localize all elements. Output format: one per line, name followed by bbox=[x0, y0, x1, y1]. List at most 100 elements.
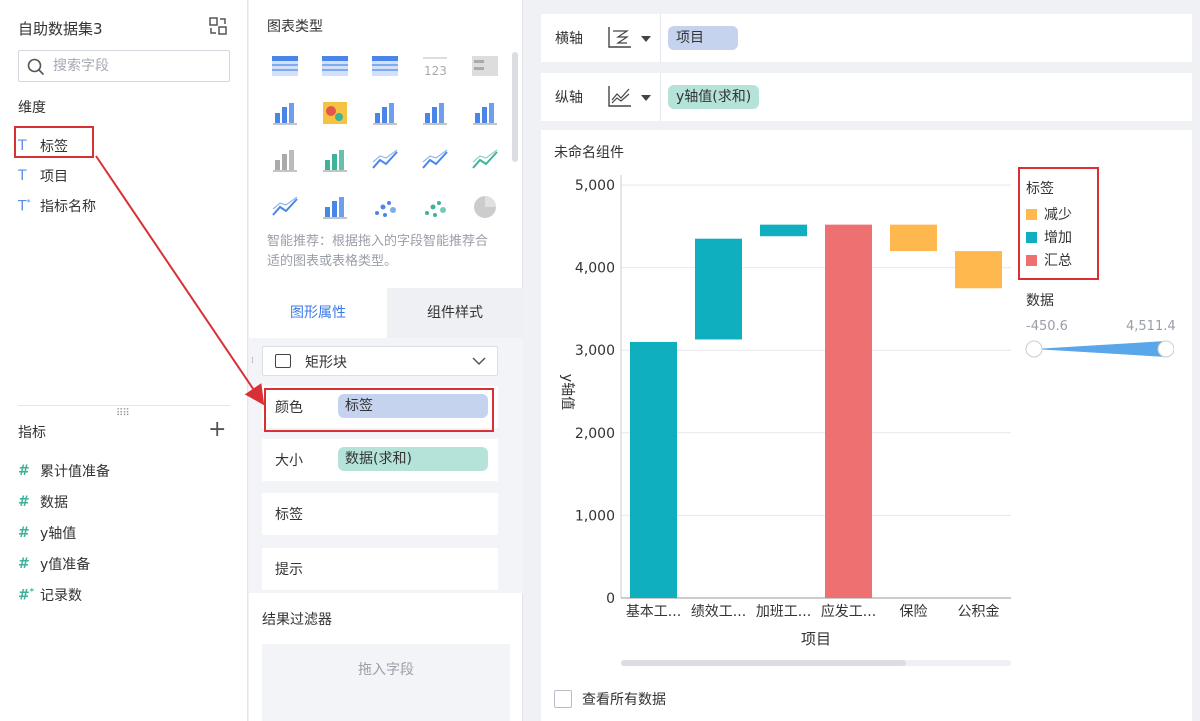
legend-item[interactable]: 减少 bbox=[1026, 203, 1072, 225]
shape-select[interactable]: 矩形块 bbox=[262, 346, 498, 376]
result-filter-title: 结果过滤器 bbox=[262, 612, 332, 628]
number-type-icon: # bbox=[18, 525, 30, 541]
bar[interactable] bbox=[760, 224, 807, 237]
combo-icon[interactable] bbox=[321, 193, 349, 221]
y-tick-label: 3,000 bbox=[575, 343, 615, 359]
field-panel: 自助数据集3 维度 T 标签 T 项目 T* 指标名称 ⠿⠿ 指标 + # 累计… bbox=[0, 0, 248, 721]
axis-type-icon[interactable] bbox=[607, 84, 633, 108]
gantt-icon[interactable] bbox=[271, 146, 299, 174]
measure-field[interactable]: # 数据 bbox=[18, 489, 68, 515]
measure-field[interactable]: # 累计值准备 bbox=[18, 458, 110, 484]
field-label: 累计值准备 bbox=[40, 464, 110, 480]
prop-size[interactable]: 大小 数据(求和) bbox=[262, 439, 498, 481]
number-type-icon: # bbox=[18, 556, 30, 572]
bar[interactable] bbox=[695, 238, 742, 340]
field-label: 数据 bbox=[40, 495, 68, 511]
kpi-icon[interactable]: 123 bbox=[421, 52, 449, 80]
scrollbar[interactable] bbox=[512, 52, 518, 162]
legend-item[interactable]: 增加 bbox=[1026, 226, 1072, 248]
legend-label: 增加 bbox=[1044, 230, 1072, 246]
resize-handle[interactable]: ⠿⠿ bbox=[116, 408, 130, 419]
calc-number-type-icon: #* bbox=[18, 586, 34, 604]
switch-dataset-icon[interactable] bbox=[208, 16, 228, 36]
prop-label[interactable]: 标签 bbox=[262, 493, 498, 535]
line-icon[interactable] bbox=[421, 146, 449, 174]
highlight-box bbox=[14, 126, 94, 158]
highlight-box bbox=[264, 388, 494, 432]
multi-column-icon[interactable] bbox=[471, 99, 499, 127]
y-axis-row: 纵轴 y轴值(求和) bbox=[541, 73, 1192, 121]
tab-component-style[interactable]: 组件样式 bbox=[387, 288, 523, 338]
prop-tooltip[interactable]: 提示 bbox=[262, 548, 498, 590]
size-range-slider[interactable] bbox=[1024, 337, 1174, 361]
scatter-step-icon[interactable] bbox=[321, 146, 349, 174]
caret-down-icon[interactable] bbox=[641, 95, 651, 101]
x-tick-label: 应发工... bbox=[821, 603, 876, 620]
y-axis-title: y轴值 bbox=[559, 374, 575, 410]
y-tick-label: 0 bbox=[606, 591, 615, 607]
dimension-field-zhibiaomingcheng[interactable]: T* 指标名称 bbox=[18, 193, 96, 219]
text-type-icon: T bbox=[18, 168, 27, 184]
table-icon[interactable] bbox=[271, 52, 299, 80]
field-label: 记录数 bbox=[40, 588, 82, 604]
measure-field[interactable]: #* 记录数 bbox=[18, 582, 82, 608]
stacked-bar-icon[interactable] bbox=[371, 99, 399, 127]
cross-table-icon[interactable] bbox=[321, 52, 349, 80]
property-area: ⁞ 矩形块 颜色 标签 大小 数据(求和) 标签 提示 bbox=[249, 338, 523, 593]
size-range-max: 4,511.4 bbox=[1126, 319, 1176, 334]
y-axis-field-pill[interactable]: y轴值(求和) bbox=[668, 85, 760, 109]
axis-type-icon[interactable] bbox=[607, 25, 633, 49]
legend-swatch bbox=[1026, 254, 1037, 266]
checkbox[interactable] bbox=[554, 690, 572, 708]
x-tick-label: 公积金 bbox=[958, 604, 1000, 620]
radar-icon[interactable] bbox=[471, 146, 499, 174]
chart-config-panel: 图表类型 123 智能推荐：根据拖入的字段智能推荐合适的图表或表格类型。 图形属… bbox=[249, 0, 523, 721]
area-icon[interactable] bbox=[271, 193, 299, 221]
y-axis-label: 纵轴 bbox=[555, 90, 583, 106]
grouped-table-icon[interactable] bbox=[471, 52, 499, 80]
search-input[interactable] bbox=[53, 55, 223, 77]
measure-field[interactable]: # y值准备 bbox=[18, 551, 90, 577]
view-all-data-checkbox[interactable]: 查看所有数据 bbox=[554, 689, 666, 709]
bubble-icon[interactable] bbox=[421, 193, 449, 221]
heatmap-icon[interactable] bbox=[321, 99, 349, 127]
panel-divider bbox=[18, 405, 230, 406]
detail-table-icon[interactable] bbox=[371, 52, 399, 80]
x-axis-label: 横轴 bbox=[555, 31, 583, 47]
field-search[interactable] bbox=[18, 50, 230, 82]
field-label: y值准备 bbox=[40, 557, 91, 573]
bar[interactable] bbox=[955, 251, 1002, 289]
scatter-icon[interactable] bbox=[371, 193, 399, 221]
legend-item[interactable]: 汇总 bbox=[1026, 249, 1072, 271]
column-icon[interactable] bbox=[421, 99, 449, 127]
caret-down-icon[interactable] bbox=[641, 36, 651, 42]
prop-label: 大小 bbox=[275, 453, 303, 469]
scroll-thumb[interactable] bbox=[621, 660, 906, 666]
pie-icon[interactable] bbox=[471, 193, 499, 221]
size-field-pill[interactable]: 数据(求和) bbox=[338, 447, 488, 471]
filter-drop-zone[interactable]: 拖入字段 bbox=[262, 644, 510, 721]
drop-hint: 拖入字段 bbox=[358, 662, 414, 678]
area-line-icon[interactable] bbox=[371, 146, 399, 174]
x-tick-label: 基本工... bbox=[626, 603, 681, 620]
shape-select-value: 矩形块 bbox=[305, 355, 347, 371]
add-measure-icon[interactable]: + bbox=[208, 419, 226, 441]
slider-handle-min[interactable] bbox=[1025, 340, 1043, 358]
bar[interactable] bbox=[825, 224, 872, 598]
separator bbox=[660, 73, 661, 121]
measure-field[interactable]: # y轴值 bbox=[18, 520, 76, 546]
number-type-icon: # bbox=[18, 463, 30, 479]
drag-handle-icon[interactable]: ⁞ bbox=[251, 357, 254, 366]
dataset-title: 自助数据集3 bbox=[18, 20, 103, 38]
y-tick-label: 2,000 bbox=[575, 426, 615, 442]
bar[interactable] bbox=[630, 341, 677, 598]
dimension-field-xiangmu[interactable]: T 项目 bbox=[18, 163, 68, 189]
search-icon bbox=[27, 58, 45, 76]
multi-series-icon[interactable] bbox=[271, 99, 299, 127]
slider-handle-max[interactable] bbox=[1157, 340, 1174, 358]
chart-types-title: 图表类型 bbox=[267, 19, 323, 35]
tab-graphic-properties[interactable]: 图形属性 bbox=[249, 288, 387, 338]
x-axis-field-pill[interactable]: 项目 bbox=[668, 26, 738, 50]
bar[interactable] bbox=[890, 224, 937, 252]
smart-recommend-text: 智能推荐：根据拖入的字段智能推荐合适的图表或表格类型。 bbox=[267, 234, 489, 269]
